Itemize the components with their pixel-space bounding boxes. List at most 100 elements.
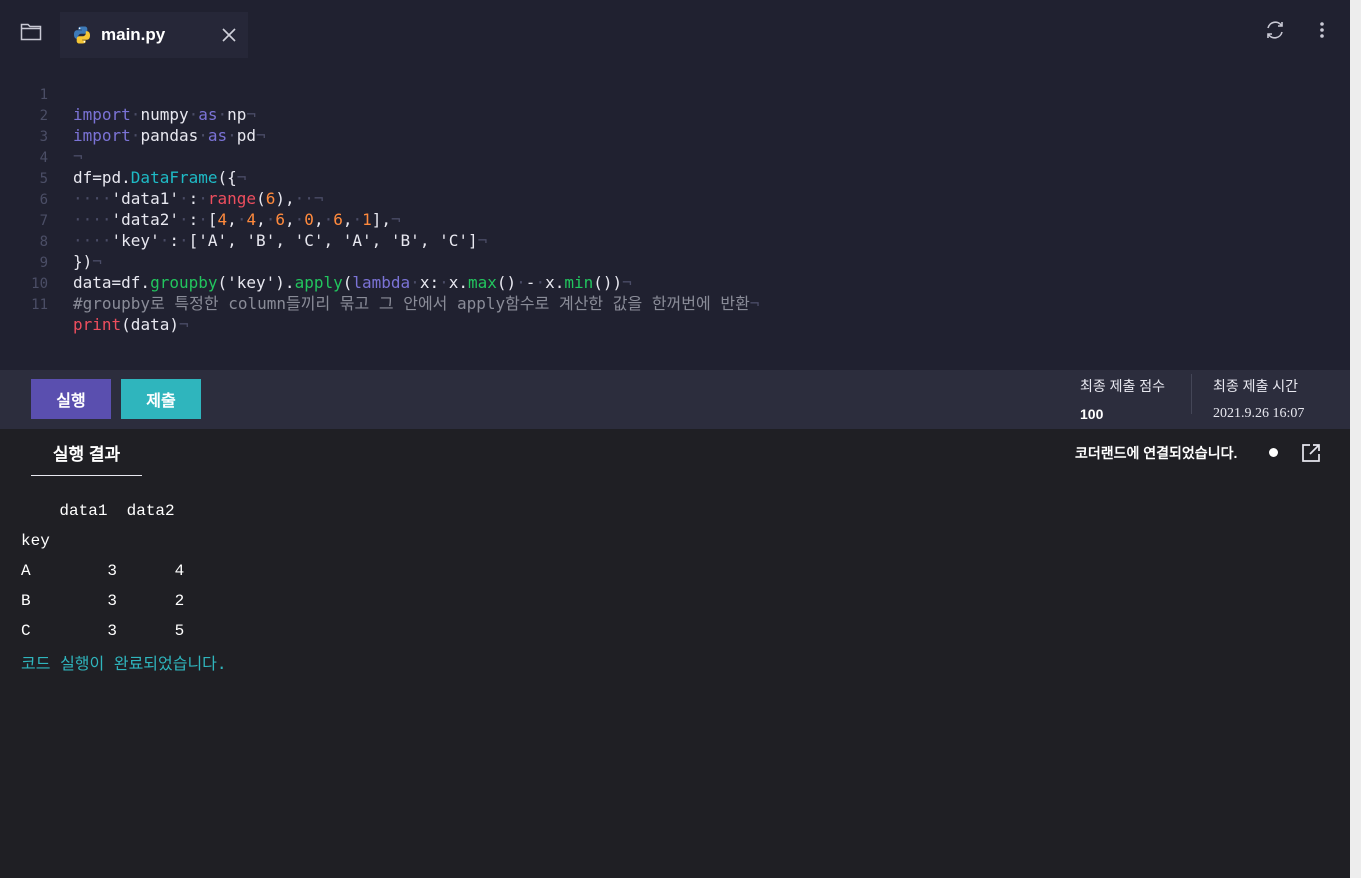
code-token: as — [198, 105, 218, 124]
code-line: 10 #groupby로 특정한 column들끼리 묶고 그 안에서 appl… — [0, 254, 759, 313]
pilcrow: ¬ — [178, 315, 189, 334]
code-token: ( — [342, 273, 353, 292]
output-line: A 3 4 — [21, 562, 185, 580]
code-token: import — [73, 105, 131, 124]
code-token: pandas — [140, 126, 199, 145]
editor-topbar: main.py — [0, 0, 1350, 64]
external-link-icon[interactable] — [1298, 440, 1324, 466]
code-token: ('key'). — [217, 273, 295, 292]
pilcrow: ¬ — [246, 105, 257, 124]
pilcrow: ¬ — [749, 294, 760, 313]
code-token: - — [525, 273, 536, 292]
run-button[interactable]: 실행 — [31, 379, 111, 419]
submit-button[interactable]: 제출 — [121, 379, 201, 419]
refresh-icon[interactable] — [1262, 17, 1288, 43]
line-number: 11 — [31, 297, 48, 313]
pilcrow: ¬ — [477, 231, 488, 250]
code-token: (data) — [121, 315, 179, 334]
python-icon — [72, 25, 92, 45]
code-token: [ — [207, 210, 218, 229]
more-options-icon[interactable] — [1310, 17, 1334, 43]
code-token: range — [207, 189, 257, 208]
code-token: ()) — [593, 273, 623, 292]
code-token: 1 — [362, 210, 372, 229]
code-token: () — [496, 273, 517, 292]
connection-dot-icon — [1269, 448, 1278, 457]
code-token: numpy — [140, 105, 189, 124]
final-score-value: 100 — [1080, 406, 1104, 422]
tab-run-result[interactable]: 실행 결과 — [31, 429, 142, 477]
code-token: min — [564, 273, 594, 292]
file-tab-label: main.py — [101, 25, 166, 44]
code-line: 9 data=df.groupby('key').apply(lambda·x:… — [0, 233, 632, 292]
code-token: df=pd. — [73, 168, 131, 187]
code-token: 6 — [265, 189, 276, 208]
code-token: 'data2' — [111, 210, 179, 229]
pilcrow: ¬ — [92, 252, 102, 271]
pilcrow: ¬ — [256, 126, 266, 145]
output-line: key — [21, 532, 50, 550]
code-line: 7 ····'key'·:·['A', 'B', 'C', 'A', 'B', … — [0, 191, 488, 250]
code-token: 'data1' — [111, 189, 179, 208]
code-token: x. — [448, 273, 468, 292]
pilcrow: ¬ — [73, 147, 83, 166]
code-token: 6 — [333, 210, 343, 229]
code-token: pd — [236, 126, 257, 145]
code-token: ({ — [217, 168, 237, 187]
code-line: 5 ····'data1'·:·range(6),··¬ — [0, 149, 324, 208]
code-token: print — [73, 315, 122, 334]
code-line: 2 import·pandas·as·pd¬ — [0, 86, 266, 145]
code-token: apply — [294, 273, 343, 292]
code-token: : — [188, 189, 199, 208]
code-token: np — [227, 105, 247, 124]
file-tab[interactable]: main.py — [60, 12, 248, 58]
code-token: : — [188, 210, 199, 229]
code-token: ['A', 'B', 'C', 'A', 'B', 'C'] — [188, 231, 478, 250]
code-line: 8 })¬ — [0, 212, 102, 271]
output-line: data1 data2 — [21, 502, 175, 520]
code-token: ), — [275, 189, 295, 208]
code-line: 4 df=pd.DataFrame({¬ — [0, 128, 247, 187]
code-token: import — [73, 126, 131, 145]
output-line: C 3 5 — [21, 622, 185, 640]
code-token: max — [467, 273, 497, 292]
output-panel: data1 data2 key A 3 4 B 3 2 C 3 5 코드 실행이… — [0, 476, 1350, 878]
code-token: x. — [545, 273, 565, 292]
code-token: 0 — [304, 210, 314, 229]
final-score-label: 최종 제출 점수 — [1080, 378, 1166, 394]
final-time-label: 최종 제출 시간 — [1213, 378, 1299, 394]
code-token: x: — [419, 273, 440, 292]
pilcrow: ¬ — [236, 168, 247, 187]
code-token: DataFrame — [130, 168, 218, 187]
scrollbar[interactable] — [1350, 0, 1361, 878]
pilcrow: ¬ — [313, 189, 324, 208]
completion-message: 코드 실행이 완료되었습니다. — [21, 654, 227, 673]
code-token: data=df. — [73, 273, 151, 292]
code-comment: #groupby로 특정한 column들끼리 묶고 그 안에서 apply함수… — [73, 294, 750, 313]
code-line: 6 ····'data2'·:·[4,·4,·6,·0,·6,·1],¬ — [0, 170, 401, 229]
pilcrow: ¬ — [622, 273, 632, 292]
code-token: 4 — [246, 210, 257, 229]
code-editor[interactable]: 1 import·numpy·as·np¬ 2 import·pandas·as… — [0, 64, 1350, 370]
pilcrow: ¬ — [391, 210, 401, 229]
result-header: 실행 결과 코더랜드에 연결되었습니다. — [0, 429, 1350, 477]
final-time-value: 2021.9.26 16:07 — [1213, 406, 1305, 421]
code-token: 'key' — [111, 231, 160, 250]
connection-status: 코더랜드에 연결되었습니다. — [1075, 445, 1238, 461]
code-token: lambda — [352, 273, 411, 292]
code-token: 6 — [275, 210, 286, 229]
action-bar: 실행 제출 최종 제출 점수 100 최종 제출 시간 2021.9.26 16… — [0, 370, 1350, 429]
output-line: B 3 2 — [21, 592, 185, 610]
code-token: groupby — [150, 273, 218, 292]
code-line: 1 import·numpy·as·np¬ — [0, 65, 257, 124]
close-icon[interactable] — [218, 24, 240, 46]
folder-icon[interactable] — [14, 14, 48, 48]
divider — [1191, 374, 1192, 414]
code-line: 3 ¬ — [0, 107, 83, 166]
code-token: ], — [371, 210, 392, 229]
code-token: : — [169, 231, 179, 250]
code-line: 11 print(data)¬ — [0, 275, 188, 334]
code-token: ( — [256, 189, 266, 208]
code-token: 4 — [217, 210, 228, 229]
code-token: as — [207, 126, 228, 145]
